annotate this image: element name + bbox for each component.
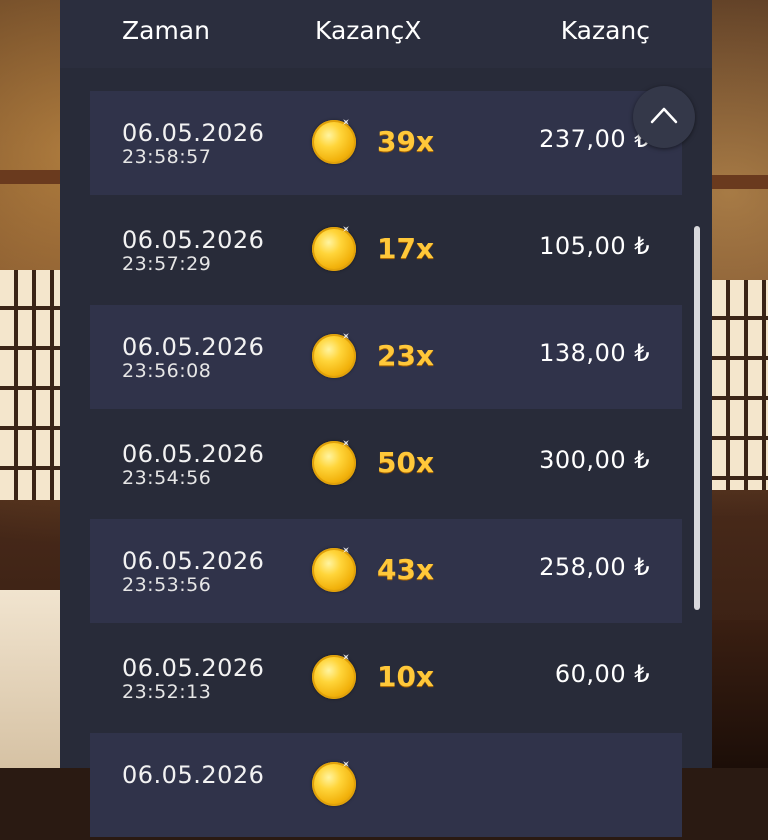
column-header-win: Kazanç: [560, 16, 650, 45]
history-row: 06.05.2026 23:54:56 50x 300,00 ₺: [90, 412, 682, 516]
row-date: 06.05.2026: [122, 440, 265, 468]
column-header-multiplier: KazançX: [315, 16, 422, 45]
column-header-time: Zaman: [122, 16, 210, 45]
row-time: 23:52:13: [122, 681, 212, 703]
history-list[interactable]: 06.05.2026 23:58:57 39x 237,00 ₺ 06.05.2…: [90, 91, 682, 840]
row-time: 23:57:29: [122, 253, 212, 275]
row-amount: 300,00 ₺: [539, 446, 650, 474]
row-amount: 60,00 ₺: [554, 660, 650, 688]
gold-coin-icon: [312, 120, 356, 164]
background-floor-right: [712, 620, 768, 768]
row-date: 06.05.2026: [122, 654, 265, 682]
gold-coin-icon: [312, 548, 356, 592]
row-amount: 237,00 ₺: [539, 125, 650, 153]
row-date: 06.05.2026: [122, 226, 265, 254]
background-shoji-left: [0, 270, 60, 500]
row-multiplier: 50x: [377, 446, 435, 479]
scroll-to-top-button[interactable]: [633, 86, 695, 148]
history-panel: Zaman KazançX Kazanç 06.05.2026 23:58:57…: [60, 0, 712, 837]
row-amount: 258,00 ₺: [539, 553, 650, 581]
chevron-up-icon: [650, 107, 678, 124]
background-floor-left: [0, 590, 60, 768]
row-time: 23:53:56: [122, 574, 212, 596]
scrollbar-thumb[interactable]: [694, 226, 700, 610]
gold-coin-icon: [312, 655, 356, 699]
gold-coin-icon: [312, 762, 356, 806]
history-row: 06.05.2026 23:52:13 10x 60,00 ₺: [90, 626, 682, 730]
row-date: 06.05.2026: [122, 119, 265, 147]
background-beam-left: [0, 170, 60, 184]
background-beam-right: [712, 175, 768, 189]
row-date: 06.05.2026: [122, 761, 265, 789]
row-multiplier: 39x: [377, 125, 435, 158]
history-row: 06.05.2026 23:57:29 17x 105,00 ₺: [90, 198, 682, 302]
row-amount: 138,00 ₺: [539, 339, 650, 367]
history-row: 06.05.2026 23:53:56 43x 258,00 ₺: [90, 519, 682, 623]
row-multiplier: 10x: [377, 660, 435, 693]
history-header: Zaman KazançX Kazanç: [60, 0, 712, 68]
row-time: 23:56:08: [122, 360, 212, 382]
row-date: 06.05.2026: [122, 547, 265, 575]
row-date: 06.05.2026: [122, 333, 265, 361]
row-multiplier: 17x: [377, 232, 435, 265]
row-multiplier: 43x: [377, 553, 435, 586]
gold-coin-icon: [312, 441, 356, 485]
background-shoji-right: [712, 280, 768, 490]
gold-coin-icon: [312, 334, 356, 378]
row-time: 23:58:57: [122, 146, 212, 168]
row-amount: 105,00 ₺: [539, 232, 650, 260]
row-time: 23:54:56: [122, 467, 212, 489]
gold-coin-icon: [312, 227, 356, 271]
history-row: 06.05.2026 23:56:08 23x 138,00 ₺: [90, 305, 682, 409]
history-row: 06.05.2026: [90, 733, 682, 837]
row-multiplier: 23x: [377, 339, 435, 372]
history-row: 06.05.2026 23:58:57 39x 237,00 ₺: [90, 91, 682, 195]
